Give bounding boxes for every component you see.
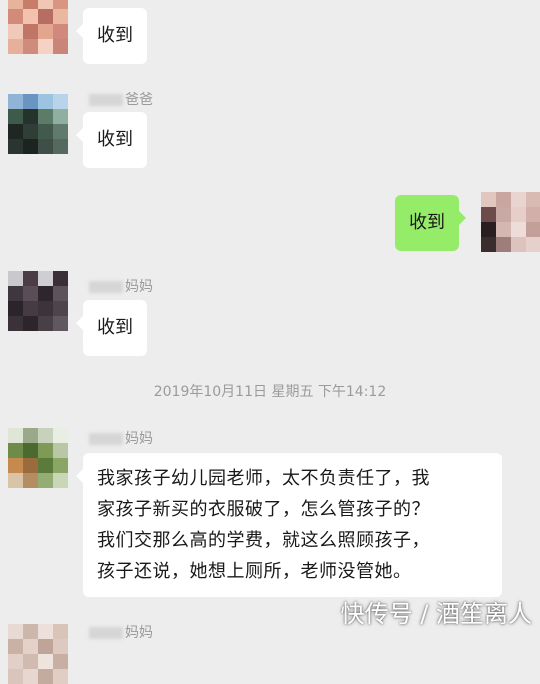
avatar[interactable] <box>8 94 68 154</box>
message-text: 收到 <box>97 316 133 338</box>
message-bubble[interactable]: 我家孩子幼儿园老师，太不负责任了，我 家孩子新买的衣服破了，怎么管孩子的？ 我们… <box>76 453 502 597</box>
avatar[interactable] <box>8 624 68 684</box>
message-line: 我们交那么高的学费，就这么照顾孩子， <box>97 530 430 551</box>
message-text: 收到 <box>97 128 133 150</box>
avatar-self[interactable] <box>481 192 540 252</box>
sender-name: 妈妈 <box>89 428 153 448</box>
avatar[interactable] <box>8 0 68 54</box>
avatar[interactable] <box>8 271 68 331</box>
redacted-name <box>89 433 123 445</box>
redacted-name <box>89 627 123 639</box>
sender-name: 爸爸 <box>89 89 153 109</box>
message-bubble[interactable]: 收到 <box>76 112 147 168</box>
redacted-name <box>89 94 123 106</box>
watermark: 快传号 / 酒笙离人 <box>340 600 532 628</box>
message-bubble-self[interactable]: 收到 <box>395 195 466 251</box>
redacted-name <box>89 281 123 293</box>
sender-name: 妈妈 <box>89 622 153 642</box>
avatar[interactable] <box>8 428 68 488</box>
message-line: 家孩子新买的衣服破了，怎么管孩子的？ <box>97 499 430 520</box>
message-text: 收到 <box>409 211 445 233</box>
message-text: 收到 <box>97 24 133 46</box>
sender-name: 妈妈 <box>89 276 153 296</box>
message-line: 我家孩子幼儿园老师，太不负责任了，我 <box>97 468 430 489</box>
timestamp: 2019年10月11日 星期五 下午14:12 <box>153 384 387 400</box>
message-line: 孩子还说，她想上厕所，老师没管她。 <box>97 561 412 582</box>
message-bubble[interactable]: 收到 <box>76 300 147 356</box>
message-bubble[interactable]: 收到 <box>76 8 147 64</box>
